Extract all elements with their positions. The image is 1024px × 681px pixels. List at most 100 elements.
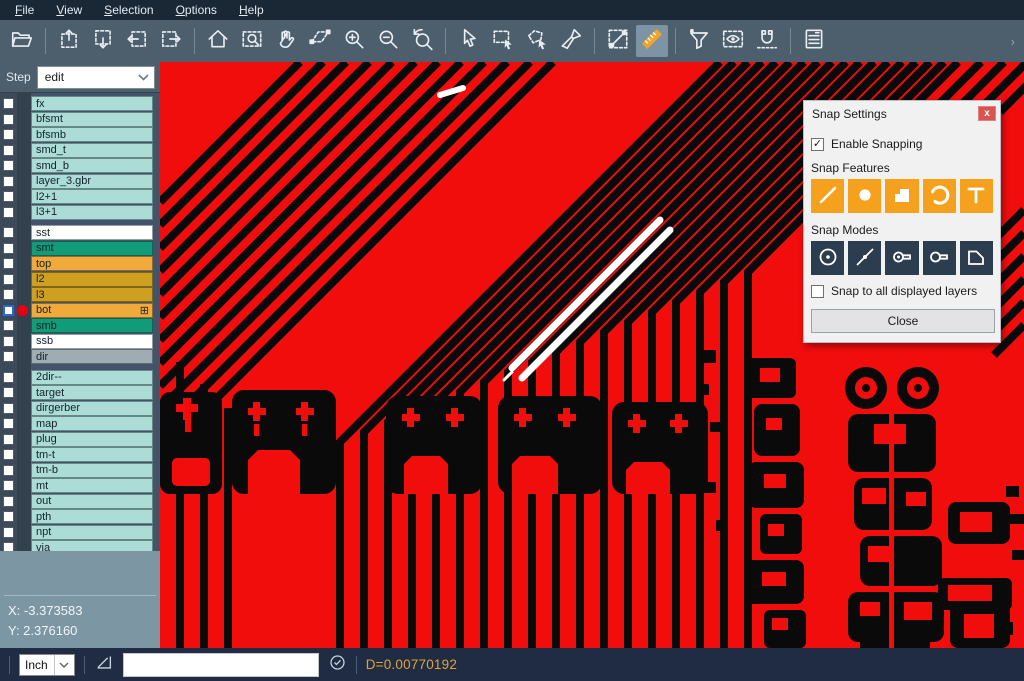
- layer-visibility-checkbox[interactable]: [3, 403, 14, 414]
- layer-row-fx[interactable]: fx: [0, 96, 160, 112]
- snap-pad-button[interactable]: [848, 179, 881, 213]
- clear-brush-button[interactable]: [555, 25, 587, 57]
- layer-visibility-checkbox[interactable]: [3, 114, 14, 125]
- snap-pad-in-button[interactable]: [885, 241, 918, 275]
- layer-visibility-checkbox[interactable]: [3, 372, 14, 383]
- pan-left-button[interactable]: [121, 25, 153, 57]
- layer-row-dirgerber[interactable]: dirgerber: [0, 401, 160, 417]
- select-rect-button[interactable]: [487, 25, 519, 57]
- layer-row-smb[interactable]: smb: [0, 318, 160, 334]
- menu-file[interactable]: File: [4, 1, 45, 20]
- menu-help[interactable]: Help: [228, 1, 275, 20]
- layer-row-map[interactable]: map: [0, 416, 160, 432]
- layer-visibility-checkbox[interactable]: [3, 542, 14, 551]
- snap-surface-button[interactable]: [885, 179, 918, 213]
- zoom-out-button[interactable]: [372, 25, 404, 57]
- select-pointer-button[interactable]: [453, 25, 485, 57]
- layer-visibility-checkbox[interactable]: [3, 227, 14, 238]
- view-options-button[interactable]: [717, 25, 749, 57]
- step-select[interactable]: edit: [37, 66, 155, 89]
- dialog-close-icon[interactable]: x: [978, 106, 996, 121]
- snap-midline-button[interactable]: [848, 241, 881, 275]
- home-button[interactable]: [202, 25, 234, 57]
- snap-settings-button[interactable]: [751, 25, 783, 57]
- layer-visibility-checkbox[interactable]: [3, 160, 14, 171]
- layer-visibility-checkbox[interactable]: [3, 243, 14, 254]
- layer-row-smt[interactable]: smt: [0, 241, 160, 257]
- layer-visibility-checkbox[interactable]: [3, 387, 14, 398]
- snap-pad-out-button[interactable]: [923, 241, 956, 275]
- layer-visibility-checkbox[interactable]: [3, 511, 14, 522]
- layer-visibility-checkbox[interactable]: [3, 527, 14, 538]
- unit-select[interactable]: Inch: [19, 654, 75, 676]
- layer-row-l2+1[interactable]: l2+1: [0, 189, 160, 205]
- snap-line-button[interactable]: [811, 179, 844, 213]
- layer-row-pth[interactable]: pth: [0, 509, 160, 525]
- snap-center-button[interactable]: [811, 241, 844, 275]
- measure-line-button[interactable]: [602, 25, 634, 57]
- zoom-area-button[interactable]: [304, 25, 336, 57]
- layer-row-dir[interactable]: dir: [0, 349, 160, 365]
- pan-up-button[interactable]: [53, 25, 85, 57]
- layer-row-out[interactable]: out: [0, 494, 160, 510]
- folder-open-button[interactable]: [6, 25, 38, 57]
- layer-row-via[interactable]: via: [0, 540, 160, 551]
- layer-row-2dir--[interactable]: 2dir--: [0, 370, 160, 386]
- pan-down-button[interactable]: [87, 25, 119, 57]
- layer-row-l3+1[interactable]: l3+1: [0, 205, 160, 221]
- layer-visibility-checkbox[interactable]: [3, 465, 14, 476]
- layer-visibility-checkbox[interactable]: [3, 480, 14, 491]
- layer-row-bfsmt[interactable]: bfsmt: [0, 112, 160, 128]
- layer-row-tm-b[interactable]: tm-b: [0, 463, 160, 479]
- layer-row-smd_t[interactable]: smd_t: [0, 143, 160, 159]
- command-input[interactable]: [123, 653, 319, 677]
- layer-row-layer_3.gbr[interactable]: layer_3.gbr: [0, 174, 160, 190]
- menu-selection[interactable]: Selection: [93, 1, 164, 20]
- layer-visibility-checkbox[interactable]: [3, 434, 14, 445]
- layer-visibility-checkbox[interactable]: [3, 289, 14, 300]
- layer-row-top[interactable]: top: [0, 256, 160, 272]
- close-button[interactable]: Close: [811, 309, 995, 333]
- layer-visibility-checkbox[interactable]: [3, 98, 14, 109]
- pcb-canvas[interactable]: Snap Settings x ✓ Enable Snapping Snap F…: [160, 62, 1024, 648]
- layer-row-bfsmb[interactable]: bfsmb: [0, 127, 160, 143]
- layer-row-plug[interactable]: plug: [0, 432, 160, 448]
- filter-button[interactable]: [683, 25, 715, 57]
- measure-ruler-button[interactable]: [636, 25, 668, 57]
- zoom-previous-button[interactable]: [406, 25, 438, 57]
- layer-row-l2[interactable]: l2: [0, 272, 160, 288]
- layer-row-target[interactable]: target: [0, 385, 160, 401]
- pan-hand-button[interactable]: [270, 25, 302, 57]
- toolbar-overflow-chevron-icon[interactable]: ›: [1011, 34, 1019, 49]
- layer-visibility-checkbox[interactable]: [3, 336, 14, 347]
- layer-row-l3[interactable]: l3: [0, 287, 160, 303]
- report-button[interactable]: [798, 25, 830, 57]
- enable-snapping-checkbox[interactable]: ✓: [811, 138, 824, 151]
- layer-row-mt[interactable]: mt: [0, 478, 160, 494]
- layer-visibility-checkbox[interactable]: [3, 449, 14, 460]
- zoom-in-button[interactable]: [338, 25, 370, 57]
- layer-row-bot[interactable]: bot⊞: [0, 303, 160, 319]
- snap-contour-button[interactable]: [960, 241, 993, 275]
- layer-visibility-checkbox[interactable]: [3, 129, 14, 140]
- layer-row-tm-t[interactable]: tm-t: [0, 447, 160, 463]
- layer-row-npt[interactable]: npt: [0, 525, 160, 541]
- layer-visibility-checkbox[interactable]: [3, 496, 14, 507]
- all-layers-checkbox[interactable]: [811, 285, 824, 298]
- layer-visibility-checkbox[interactable]: [3, 207, 14, 218]
- layer-visibility-checkbox[interactable]: [3, 418, 14, 429]
- layer-visibility-checkbox[interactable]: [3, 351, 14, 362]
- layer-row-sst[interactable]: sst: [0, 225, 160, 241]
- snap-arc-button[interactable]: [923, 179, 956, 213]
- zoom-window-button[interactable]: [236, 25, 268, 57]
- layer-visibility-checkbox[interactable]: [3, 176, 14, 187]
- layer-visibility-checkbox[interactable]: [3, 320, 14, 331]
- snap-text-button[interactable]: [960, 179, 993, 213]
- grid-icon[interactable]: ⊞: [140, 306, 149, 316]
- pan-right-button[interactable]: [155, 25, 187, 57]
- layer-visibility-checkbox[interactable]: [3, 145, 14, 156]
- layer-visibility-checkbox[interactable]: [3, 274, 14, 285]
- select-poly-button[interactable]: [521, 25, 553, 57]
- layer-row-ssb[interactable]: ssb: [0, 334, 160, 350]
- menu-view[interactable]: View: [45, 1, 93, 20]
